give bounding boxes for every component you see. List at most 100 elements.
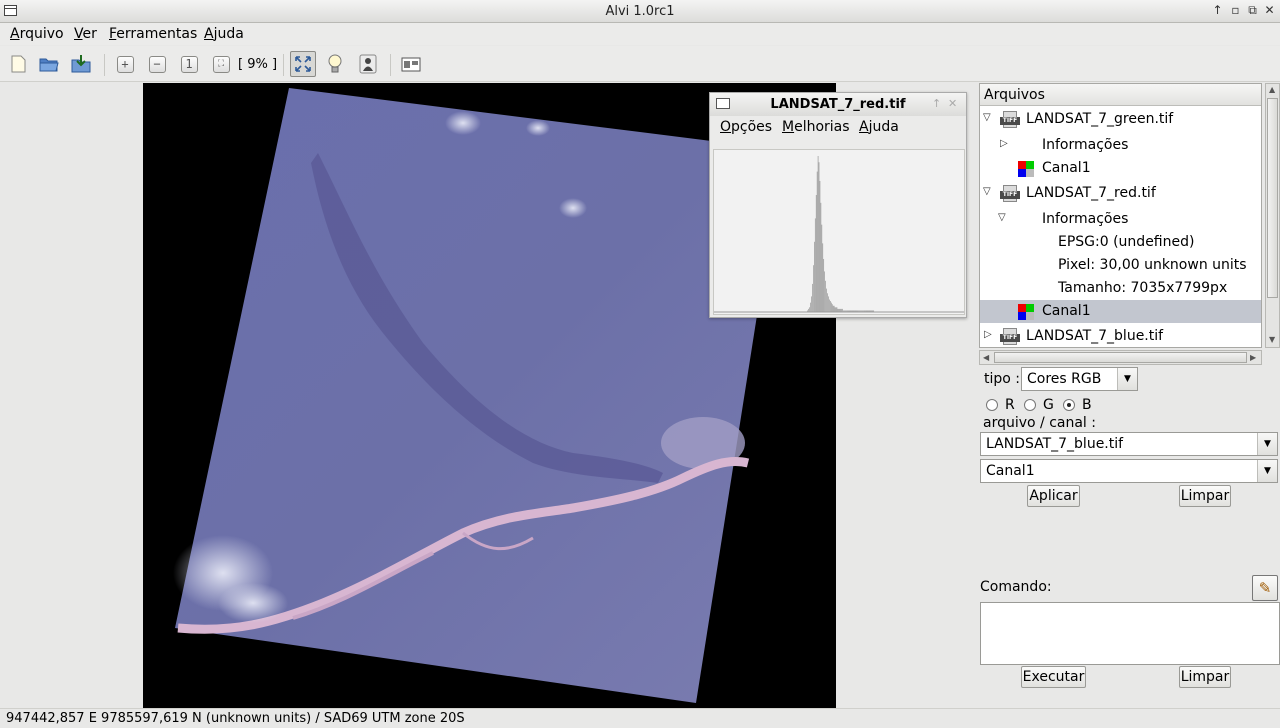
clear-command-button[interactable]: Limpar	[1179, 666, 1231, 688]
histogram-shade-icon[interactable]: ↑	[932, 97, 941, 110]
expand-arrow-icon[interactable]: ▷	[984, 329, 992, 340]
type-select-value: Cores RGB	[1027, 371, 1102, 387]
save-file-button[interactable]	[68, 51, 94, 77]
histogram-bar	[835, 307, 837, 312]
channel-select[interactable]: Canal1 ▼	[980, 459, 1278, 483]
histogram-chart	[714, 156, 964, 313]
shade-icon[interactable]: ↑	[1210, 3, 1225, 18]
radio-g[interactable]	[1024, 399, 1036, 411]
menu-bar: Arquivo Ver Ferramentas Ajuda	[0, 23, 1280, 45]
tree-item-red-channel[interactable]: Canal1	[980, 300, 1261, 323]
tree-item-green-file[interactable]: ▽ TIFF LANDSAT_7_green.tif	[980, 108, 1261, 131]
histogram-bar	[821, 224, 823, 312]
zoom-one-icon: 1	[180, 55, 198, 73]
tree-item-blue-file[interactable]: ▷ TIFF LANDSAT_7_blue.tif	[980, 325, 1261, 347]
zoom-fit-button[interactable]: ⛶	[208, 51, 234, 77]
rgb-channel-icon	[1018, 304, 1034, 320]
hint-button[interactable]	[322, 51, 348, 77]
tree-item-label: Informações	[1042, 137, 1129, 153]
tree-item-green-info[interactable]: ▷ Informações	[980, 134, 1261, 157]
histogram-bar	[818, 162, 820, 312]
scroll-right-icon[interactable]: ▶	[1250, 353, 1256, 362]
tree-item-label: LANDSAT_7_blue.tif	[1026, 328, 1164, 344]
histogram-menu-bar: Opções Melhorias Ajuda	[710, 116, 966, 138]
layout-button[interactable]	[398, 51, 424, 77]
type-select[interactable]: Cores RGB ▼	[1021, 367, 1138, 391]
fullscreen-icon	[295, 56, 311, 72]
scroll-left-icon[interactable]: ◀	[983, 353, 989, 362]
tiff-file-icon: TIFF	[1000, 328, 1020, 345]
tree-item-label: Informações	[1042, 211, 1129, 227]
file-select[interactable]: LANDSAT_7_blue.tif ▼	[980, 432, 1278, 456]
tree-item-red-file[interactable]: ▽ TIFF LANDSAT_7_red.tif	[980, 182, 1261, 205]
histogram-bar	[814, 218, 816, 312]
collapse-arrow-icon[interactable]: ▽	[983, 112, 991, 123]
histogram-bar	[815, 195, 817, 312]
tree-item-red-size[interactable]: Tamanho: 7035x7799px	[980, 277, 1261, 300]
histogram-title-bar[interactable]: LANDSAT_7_red.tif ↑ ✕	[710, 93, 966, 116]
tree-vertical-scrollbar[interactable]: ▲ ▼	[1265, 83, 1280, 348]
close-icon[interactable]: ✕	[1262, 3, 1277, 18]
tree-item-label: EPSG:0 (undefined)	[1058, 234, 1195, 250]
zoom-in-button[interactable]: +	[112, 51, 138, 77]
menu-ajuda[interactable]: Ajuda	[204, 26, 244, 42]
fullscreen-button[interactable]	[290, 51, 316, 77]
zoom-out-icon: −	[148, 55, 166, 73]
zoom-in-icon: +	[116, 55, 134, 73]
edit-command-button[interactable]: ✎	[1252, 575, 1278, 601]
histogram-bar	[822, 243, 824, 312]
menu-ver[interactable]: Ver	[74, 26, 97, 42]
dropdown-arrow-icon[interactable]: ▼	[1117, 368, 1137, 390]
histogram-plot	[713, 149, 965, 315]
collapse-arrow-icon[interactable]: ▽	[998, 212, 1006, 223]
histogram-bar	[812, 283, 813, 312]
new-file-icon	[11, 55, 26, 73]
user-button[interactable]	[355, 51, 381, 77]
type-label: tipo :	[984, 371, 1020, 387]
histogram-menu-melhorias[interactable]: Melhorias	[782, 119, 850, 135]
lightbulb-icon	[328, 54, 342, 73]
save-icon	[71, 55, 91, 73]
collapse-arrow-icon[interactable]: ▽	[983, 186, 991, 197]
histogram-bar	[834, 307, 836, 312]
histogram-bar	[819, 180, 821, 312]
open-file-button[interactable]	[36, 51, 62, 77]
radio-r-label: R	[1005, 397, 1015, 413]
histogram-close-icon[interactable]: ✕	[948, 97, 957, 110]
scroll-up-icon[interactable]: ▲	[1269, 85, 1275, 94]
radio-r[interactable]	[986, 399, 998, 411]
command-input[interactable]	[980, 602, 1280, 665]
radio-b[interactable]	[1063, 399, 1075, 411]
new-file-button[interactable]	[5, 51, 31, 77]
tree-item-label: LANDSAT_7_green.tif	[1026, 111, 1174, 127]
zoom-original-button[interactable]: 1	[176, 51, 202, 77]
execute-button[interactable]: Executar	[1021, 666, 1086, 688]
scroll-down-icon[interactable]: ▼	[1269, 335, 1275, 344]
histogram-title: LANDSAT_7_red.tif	[770, 97, 906, 112]
histogram-window[interactable]: LANDSAT_7_red.tif ↑ ✕ Opções Melhorias A…	[709, 92, 967, 318]
histogram-bar	[810, 302, 811, 312]
tree-item-red-info[interactable]: ▽ Informações	[980, 208, 1261, 231]
files-tree[interactable]: Arquivos ▽ TIFF LANDSAT_7_green.tif ▷ In…	[979, 83, 1262, 348]
tree-horizontal-scrollbar[interactable]: ◀ ▶	[979, 350, 1262, 365]
zoom-level: [ 9% ]	[238, 57, 278, 72]
maximize-icon[interactable]: ⧉	[1245, 3, 1260, 18]
tree-item-green-channel[interactable]: Canal1	[980, 157, 1261, 180]
menu-arquivo[interactable]: Arquivo	[10, 26, 64, 42]
minimize-icon[interactable]: ▫	[1228, 3, 1243, 18]
expand-arrow-icon[interactable]: ▷	[1000, 138, 1008, 149]
clear-composition-button[interactable]: Limpar	[1179, 485, 1231, 507]
tree-item-red-epsg[interactable]: EPSG:0 (undefined)	[980, 231, 1261, 254]
histogram-menu-opcoes[interactable]: Opções	[720, 119, 772, 135]
zoom-out-button[interactable]: −	[144, 51, 170, 77]
dropdown-arrow-icon[interactable]: ▼	[1257, 460, 1277, 482]
histogram-bar	[830, 301, 831, 312]
tree-item-red-pixel[interactable]: Pixel: 30,00 unknown units	[980, 254, 1261, 277]
dropdown-arrow-icon[interactable]: ▼	[1257, 433, 1277, 455]
scroll-thumb[interactable]	[1267, 98, 1278, 298]
histogram-bar	[829, 299, 830, 312]
scroll-thumb[interactable]	[994, 352, 1247, 363]
histogram-menu-ajuda[interactable]: Ajuda	[859, 119, 899, 135]
apply-button[interactable]: Aplicar	[1027, 485, 1080, 507]
menu-ferramentas[interactable]: Ferramentas	[109, 26, 197, 42]
